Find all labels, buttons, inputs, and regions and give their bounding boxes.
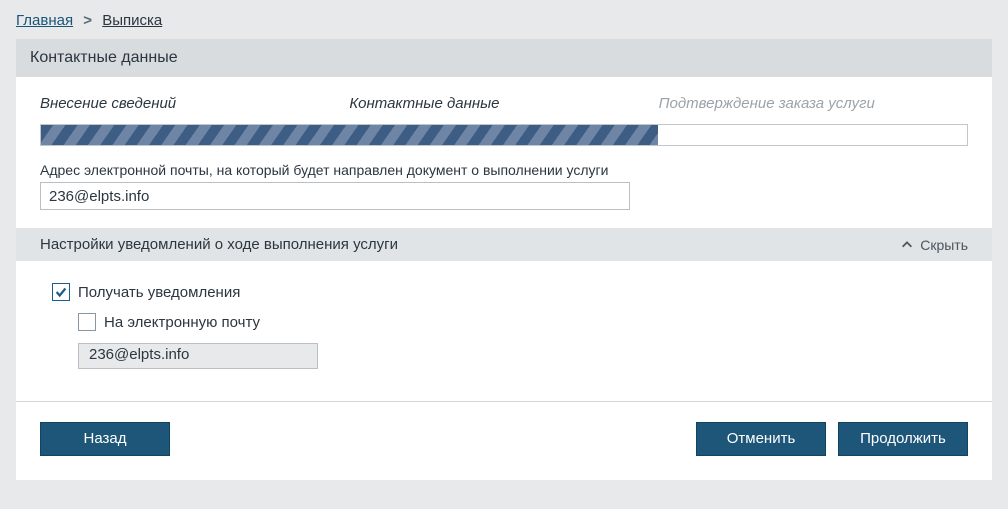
footer-buttons: Назад Отменить Продолжить xyxy=(16,401,992,462)
notification-email-field: 236@elpts.info xyxy=(78,343,318,369)
notifications-section-header: Настройки уведомлений о ходе выполнения … xyxy=(16,228,992,261)
notifications-section-body: Получать уведомления На электронную почт… xyxy=(40,261,968,393)
receive-notifications-row: Получать уведомления xyxy=(52,283,956,301)
by-email-checkbox[interactable] xyxy=(78,313,96,331)
back-button[interactable]: Назад xyxy=(40,422,170,456)
wizard-steps: Внесение сведений Контактные данные Подт… xyxy=(40,91,968,116)
card-title: Контактные данные xyxy=(16,39,992,77)
by-email-label: На электронную почту xyxy=(104,314,260,331)
by-email-row: На электронную почту xyxy=(78,313,956,331)
collapse-label: Скрыть xyxy=(920,237,968,253)
contact-details-card: Контактные данные Внесение сведений Конт… xyxy=(16,39,992,480)
receive-notifications-checkbox[interactable] xyxy=(52,283,70,301)
check-icon xyxy=(54,285,68,299)
chevron-up-icon xyxy=(900,238,914,252)
breadcrumb-current: Выписка xyxy=(102,12,162,29)
wizard-step-1: Внесение сведений xyxy=(40,91,349,116)
collapse-toggle[interactable]: Скрыть xyxy=(900,237,968,253)
notifications-section-title: Настройки уведомлений о ходе выполнения … xyxy=(40,236,398,253)
continue-button[interactable]: Продолжить xyxy=(838,422,968,456)
breadcrumb-home[interactable]: Главная xyxy=(16,12,73,29)
email-label: Адрес электронной почты, на который буде… xyxy=(40,162,968,178)
wizard-step-3: Подтверждение заказа услуги xyxy=(659,91,968,116)
wizard-step-2: Контактные данные xyxy=(349,91,658,116)
progress-filled xyxy=(41,125,658,145)
wizard-progress xyxy=(40,124,968,146)
cancel-button[interactable]: Отменить xyxy=(696,422,826,456)
progress-empty xyxy=(658,125,967,145)
receive-notifications-label: Получать уведомления xyxy=(78,284,240,301)
breadcrumb: Главная > Выписка xyxy=(16,12,992,29)
email-input[interactable] xyxy=(40,182,630,210)
breadcrumb-separator: > xyxy=(83,12,92,29)
